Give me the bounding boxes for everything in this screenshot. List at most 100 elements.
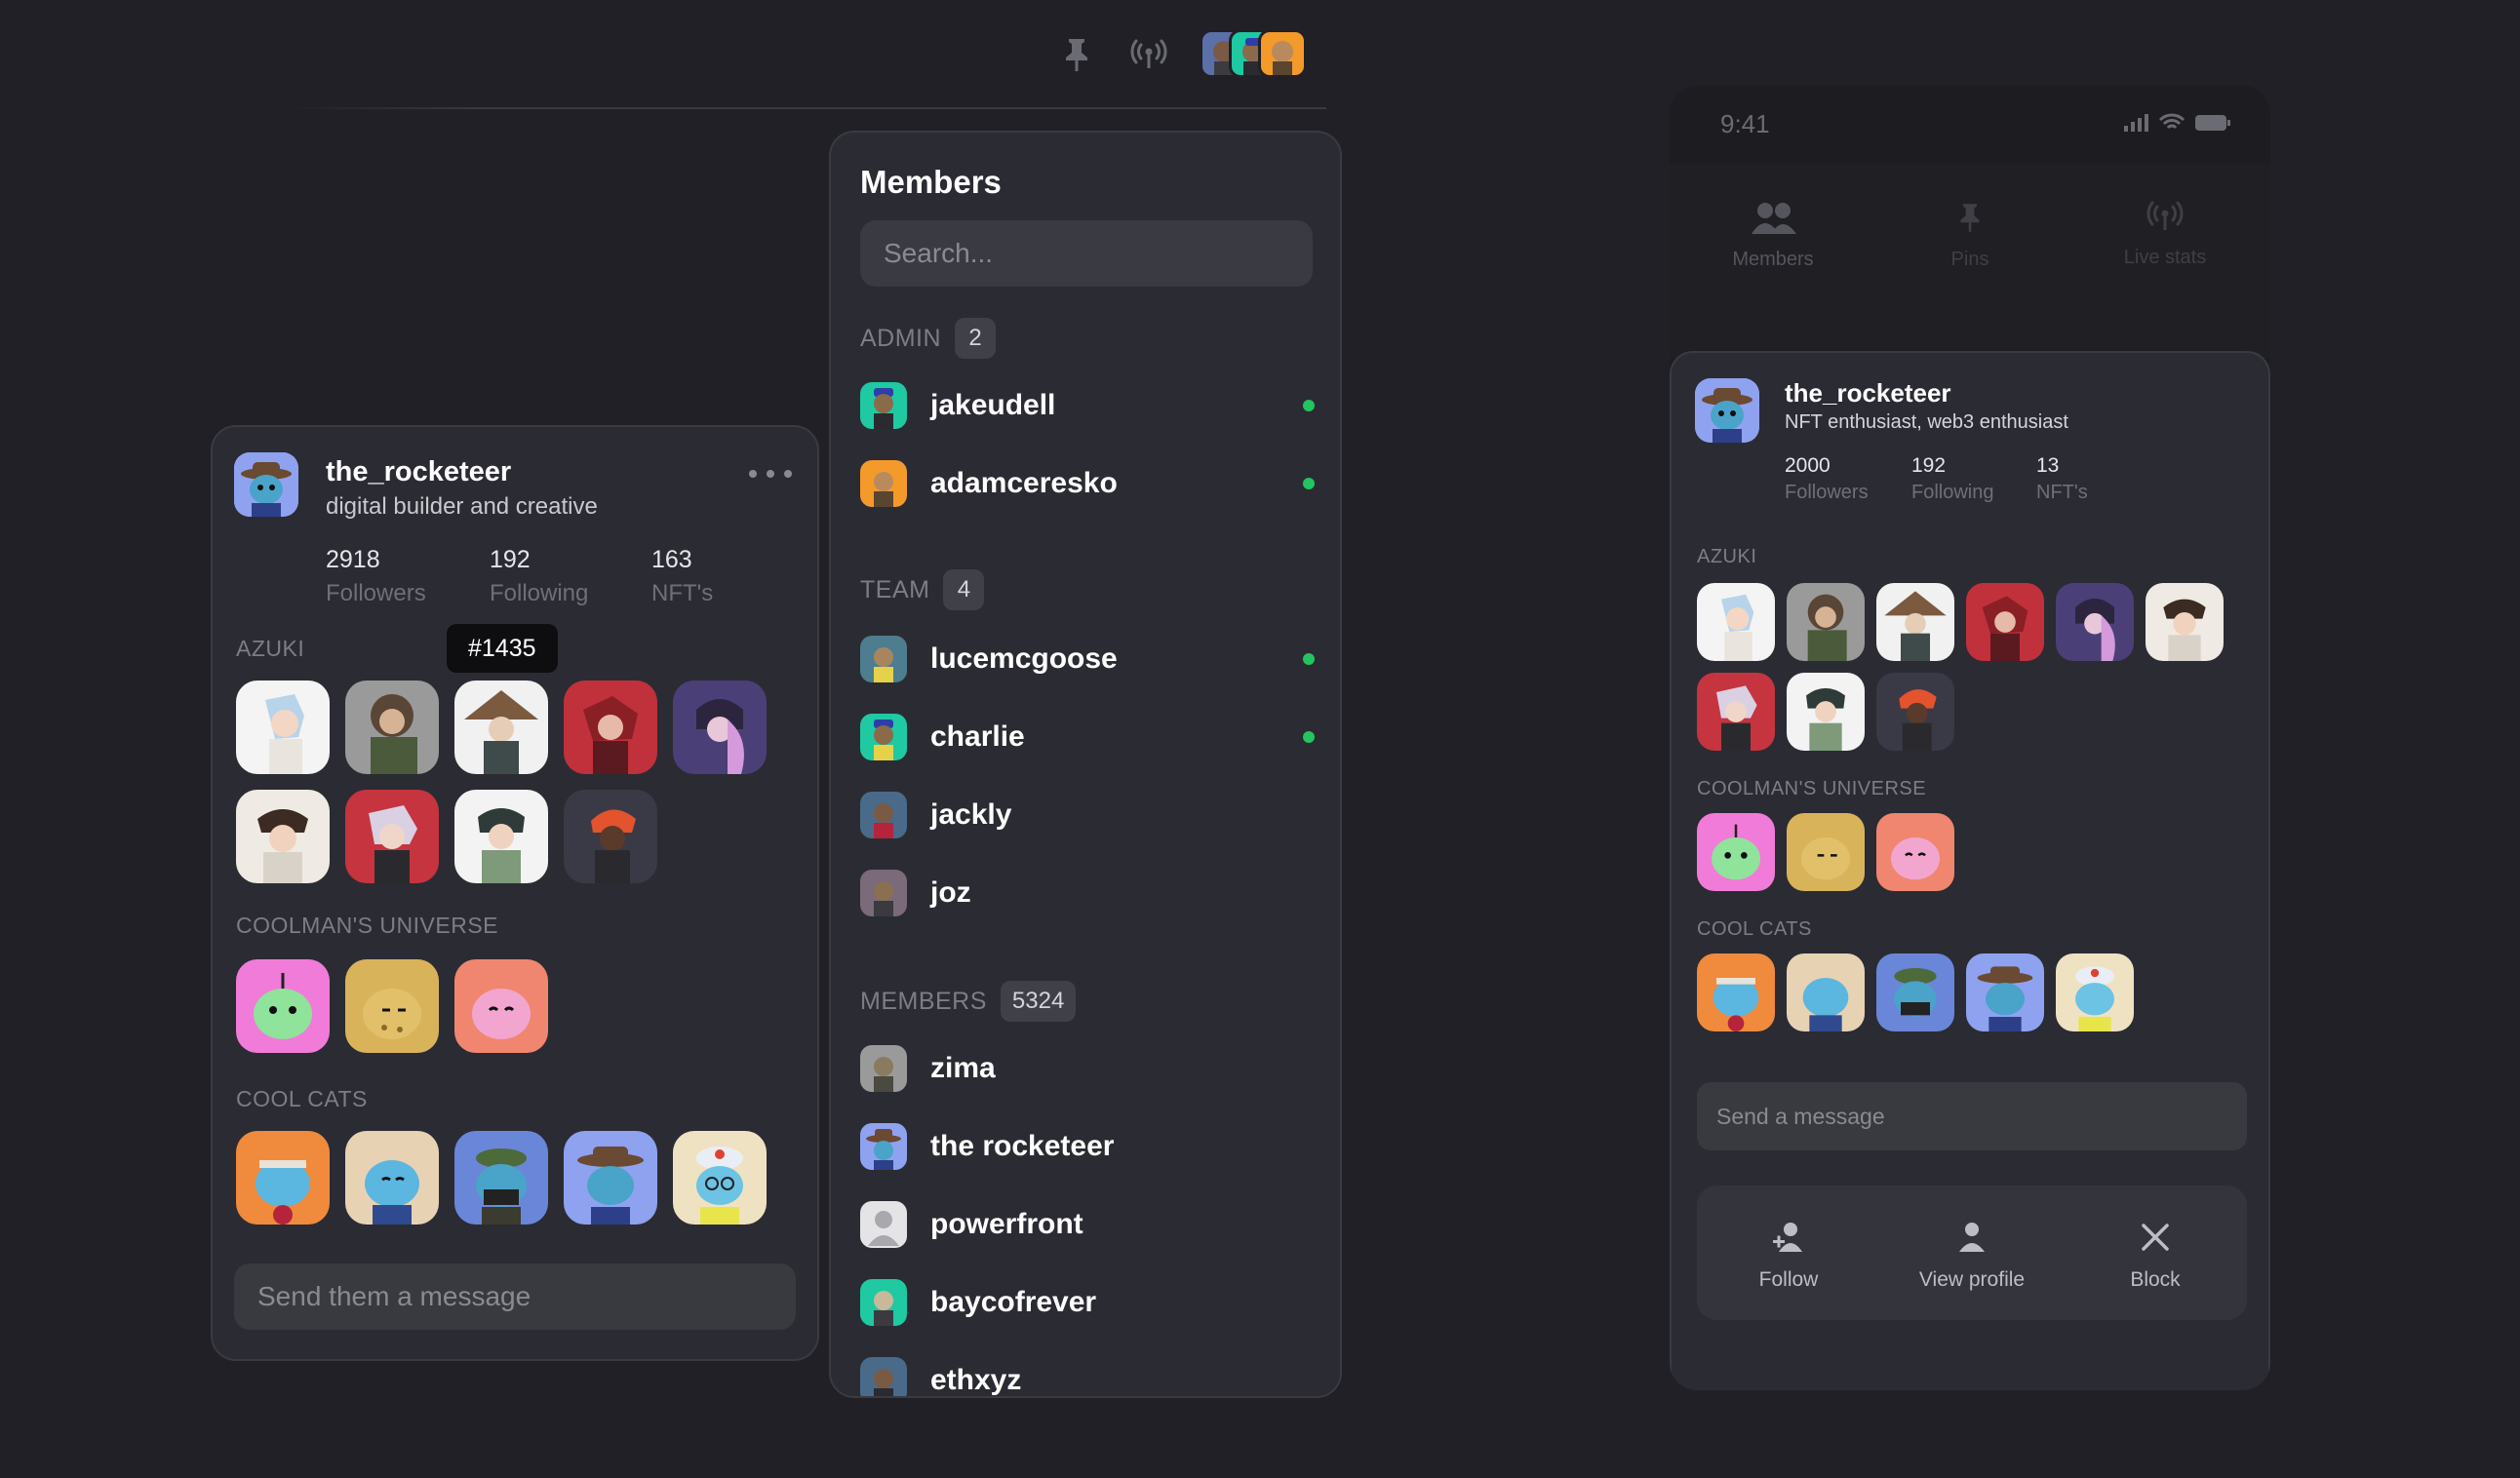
nft-thumbnail[interactable] [673,1131,767,1225]
nft-thumbnail[interactable] [1876,583,1954,661]
count-badge: 5324 [1000,981,1077,1022]
member-row[interactable]: the rocketeer [860,1117,1315,1176]
add-user-icon [1773,1223,1802,1252]
nft-thumbnail[interactable] [236,681,330,774]
section-title-azuki: AZUKI [236,636,305,661]
nft-thumbnail[interactable] [1787,673,1865,751]
member-row[interactable]: ethxyz [860,1351,1315,1396]
avatar [860,1123,907,1170]
avatar [860,870,907,916]
nft-thumbnail[interactable] [1697,673,1775,751]
nft-thumbnail[interactable] [236,1131,330,1225]
nft-thumbnail[interactable] [1876,953,1954,1031]
nft-thumbnail[interactable] [236,790,330,883]
online-members-stack[interactable] [1200,29,1317,80]
nft-thumbnail[interactable] [454,681,548,774]
nft-thumbnail[interactable] [1876,673,1954,751]
message-input[interactable]: Send them a message [234,1264,796,1330]
member-name: zima [930,1052,996,1084]
nft-tooltip: #1435 [447,624,558,673]
broadcast-icon[interactable] [1127,33,1170,76]
group-header-members: MEMBERS 5324 [860,981,1077,1022]
stat-following[interactable]: 192 Following [490,546,588,607]
nft-thumbnail[interactable] [1697,583,1775,661]
tab-pins[interactable]: Pins [1872,201,2067,271]
status-time: 9:41 [1720,109,1770,138]
member-row[interactable]: lucemcgoose [860,630,1315,688]
member-row[interactable]: baycofrever [860,1273,1315,1332]
nft-thumbnail[interactable] [564,790,657,883]
nft-thumbnail[interactable] [1697,813,1775,891]
nft-thumbnail[interactable] [2056,583,2134,661]
stat-nfts[interactable]: 13 NFT's [2036,454,2088,504]
avatar[interactable] [1695,378,1759,443]
nft-thumbnail[interactable] [564,681,657,774]
nft-thumbnail[interactable] [454,1131,548,1225]
pin-icon[interactable] [1055,33,1098,76]
nft-thumbnail[interactable] [673,681,767,774]
wifi-icon [2159,113,2185,130]
avatar[interactable] [234,452,298,517]
member-row[interactable]: joz [860,864,1315,922]
member-name: adamceresko [930,467,1118,499]
view-profile-button[interactable]: View profile [1880,1221,2064,1292]
panel-title: Members [860,164,1002,200]
nft-thumbnail[interactable] [1876,813,1954,891]
section-title-cool-cats: COOL CATS [1697,918,1812,940]
nft-thumbnail[interactable] [1787,953,1865,1031]
close-icon [2142,1224,2169,1251]
avatar [860,1279,907,1326]
follow-button[interactable]: Follow [1697,1221,1880,1292]
member-row[interactable]: charlie [860,708,1315,766]
online-status-dot [1303,653,1315,665]
nft-thumbnail[interactable] [1697,953,1775,1031]
nft-thumbnail[interactable] [345,790,439,883]
nft-thumbnail[interactable] [236,959,330,1053]
nft-thumbnail[interactable] [1787,583,1865,661]
tab-live-stats[interactable]: Live stats [2067,201,2263,269]
signal-icon [2124,114,2148,132]
profile-card: the_rocketeer digital builder and creati… [211,425,819,1361]
stat-followers[interactable]: 2000 Followers [1785,454,1869,504]
avatar [860,1045,907,1092]
online-status-dot [1303,478,1315,489]
profile-bio: NFT enthusiast, web3 enthusiast [1785,411,2068,433]
profile-sheet: the_rocketeer NFT enthusiast, web3 enthu… [1670,351,2270,1390]
message-input[interactable]: Send a message [1697,1082,2247,1150]
member-name: the rocketeer [930,1130,1115,1162]
member-name: jakeudell [930,389,1056,421]
member-row[interactable]: powerfront [860,1195,1315,1254]
broadcast-icon [2146,201,2184,230]
nft-thumbnail[interactable] [345,1131,439,1225]
nft-thumbnail[interactable] [564,1131,657,1225]
nft-thumbnail[interactable] [2146,583,2224,661]
nft-thumbnail[interactable] [1966,583,2044,661]
tab-members[interactable]: Members [1675,201,1870,271]
member-name: jackly [930,798,1012,831]
more-options-icon[interactable] [749,462,792,486]
count-badge: 4 [943,569,985,610]
profile-username: the_rocketeer [326,456,512,487]
nft-thumbnail[interactable] [1966,953,2044,1031]
nft-thumbnail[interactable] [1787,813,1865,891]
member-row[interactable]: adamceresko [860,454,1315,513]
stat-following[interactable]: 192 Following [1911,454,1993,504]
nft-thumbnail[interactable] [454,959,548,1053]
profile-username: the_rocketeer [1785,378,1951,408]
member-row[interactable]: zima [860,1039,1315,1098]
nft-thumbnail[interactable] [2056,953,2134,1031]
stat-nfts[interactable]: 163 NFT's [651,546,713,607]
member-name: baycofrever [930,1286,1097,1318]
member-row[interactable]: jakeudell [860,376,1315,435]
count-badge: 2 [955,318,997,359]
search-input[interactable]: Search... [860,220,1313,287]
nft-thumbnail[interactable] [345,681,439,774]
group-header-team: TEAM 4 [860,569,985,610]
nft-thumbnail[interactable] [345,959,439,1053]
member-row[interactable]: jackly [860,786,1315,844]
nft-thumbnail[interactable] [454,790,548,883]
stat-followers[interactable]: 2918 Followers [326,546,426,607]
block-button[interactable]: Block [2064,1221,2247,1292]
members-icon [1752,203,1796,234]
member-name: powerfront [930,1208,1083,1240]
